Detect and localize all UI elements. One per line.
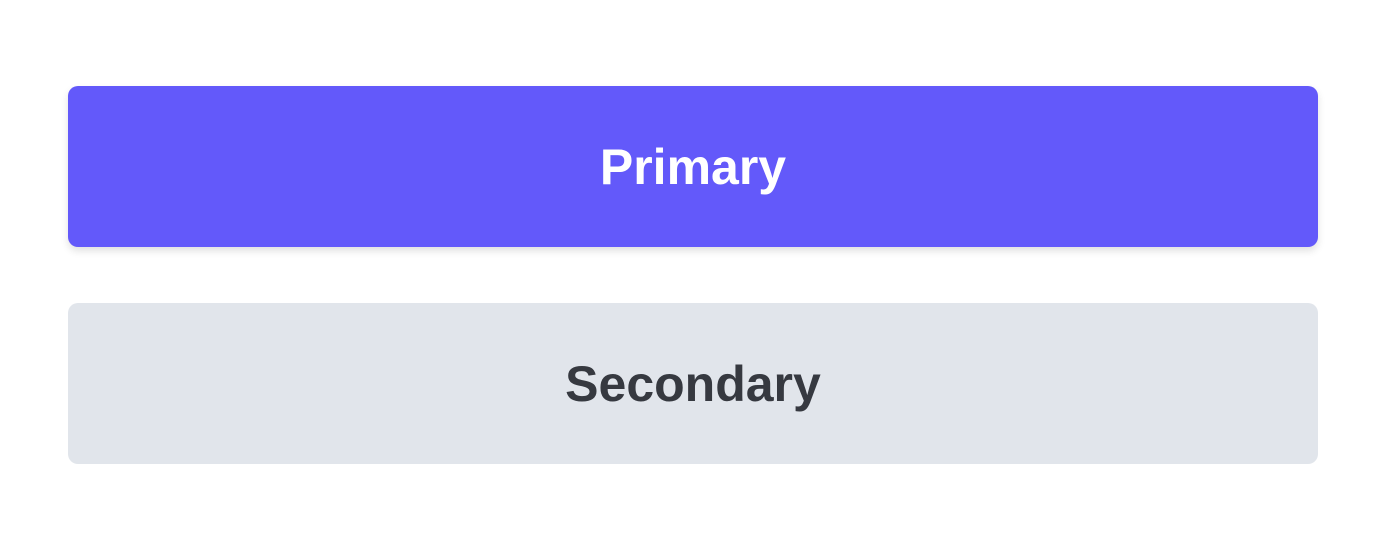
secondary-button[interactable]: Secondary xyxy=(68,303,1318,464)
secondary-button-label: Secondary xyxy=(565,355,821,412)
primary-button[interactable]: Primary xyxy=(68,86,1318,247)
primary-button-label: Primary xyxy=(599,138,787,195)
